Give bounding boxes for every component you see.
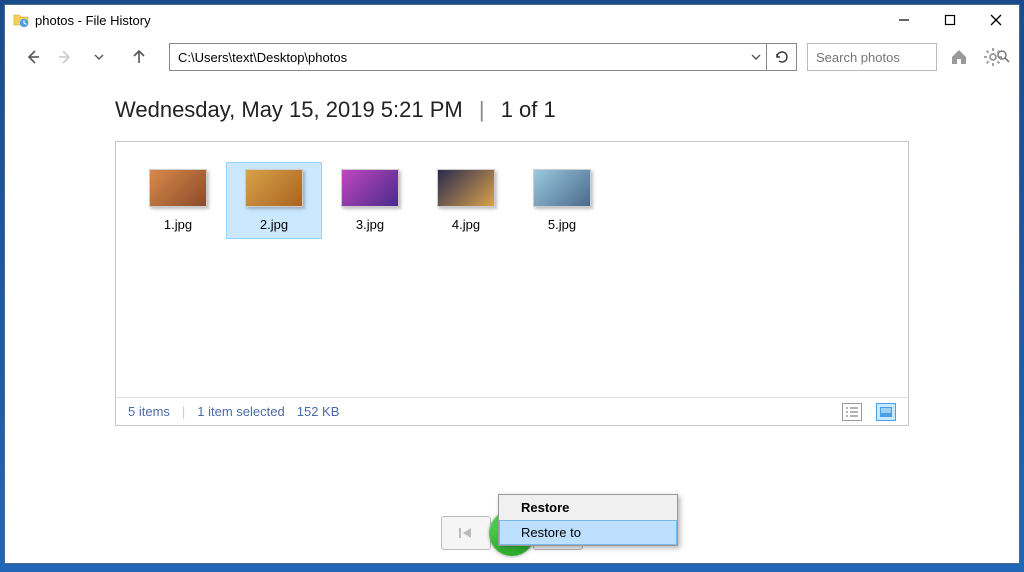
address-dropdown-icon[interactable] bbox=[746, 44, 766, 70]
home-icon[interactable] bbox=[947, 45, 971, 69]
app-icon bbox=[13, 12, 29, 28]
status-count: 5 items bbox=[128, 404, 170, 419]
file-thumbnail bbox=[245, 169, 303, 207]
window-title: photos - File History bbox=[35, 13, 151, 28]
file-label: 3.jpg bbox=[356, 217, 384, 232]
file-label: 1.jpg bbox=[164, 217, 192, 232]
status-selection: 1 item selected bbox=[197, 404, 284, 419]
file-history-window: photos - File History bbox=[4, 4, 1020, 564]
history-dropdown[interactable] bbox=[85, 43, 113, 71]
file-thumbnail bbox=[533, 169, 591, 207]
file-item[interactable]: 5.jpg bbox=[514, 162, 610, 239]
search-box[interactable] bbox=[807, 43, 937, 71]
file-label: 5.jpg bbox=[548, 217, 576, 232]
version-header: Wednesday, May 15, 2019 5:21 PM | 1 of 1 bbox=[115, 97, 909, 123]
file-thumbnail bbox=[341, 169, 399, 207]
status-size: 152 KB bbox=[297, 404, 340, 419]
version-datetime: Wednesday, May 15, 2019 5:21 PM bbox=[115, 97, 463, 122]
context-restore[interactable]: Restore bbox=[499, 495, 677, 520]
details-view-button[interactable] bbox=[842, 403, 862, 421]
content-area: Wednesday, May 15, 2019 5:21 PM | 1 of 1… bbox=[5, 79, 1019, 503]
minimize-button[interactable] bbox=[881, 5, 927, 35]
file-label: 4.jpg bbox=[452, 217, 480, 232]
file-thumbnail bbox=[437, 169, 495, 207]
version-position: 1 of 1 bbox=[501, 97, 556, 122]
gear-icon[interactable] bbox=[981, 45, 1005, 69]
file-pane: 1.jpg 2.jpg 3.jpg 4.jpg 5.jpg 5 items | 1 it… bbox=[115, 141, 909, 426]
file-thumbnail bbox=[149, 169, 207, 207]
file-label: 2.jpg bbox=[260, 217, 288, 232]
file-item[interactable]: 3.jpg bbox=[322, 162, 418, 239]
previous-version-button[interactable] bbox=[441, 516, 491, 550]
navigation-toolbar bbox=[5, 35, 1019, 79]
thumbnails-area[interactable]: 1.jpg 2.jpg 3.jpg 4.jpg 5.jpg bbox=[116, 142, 908, 397]
file-item[interactable]: 4.jpg bbox=[418, 162, 514, 239]
file-item[interactable]: 1.jpg bbox=[130, 162, 226, 239]
version-separator: | bbox=[479, 97, 485, 122]
close-button[interactable] bbox=[973, 5, 1019, 35]
forward-button[interactable] bbox=[51, 43, 79, 71]
refresh-button[interactable] bbox=[766, 43, 796, 71]
maximize-button[interactable] bbox=[927, 5, 973, 35]
thumbnails-view-button[interactable] bbox=[876, 403, 896, 421]
status-bar: 5 items | 1 item selected 152 KB bbox=[116, 397, 908, 425]
context-restore-to[interactable]: Restore to bbox=[499, 520, 677, 545]
up-button[interactable] bbox=[125, 43, 153, 71]
restore-context-menu: Restore Restore to bbox=[498, 494, 678, 546]
titlebar: photos - File History bbox=[5, 5, 1019, 35]
address-bar[interactable] bbox=[169, 43, 797, 71]
back-button[interactable] bbox=[19, 43, 47, 71]
file-item[interactable]: 2.jpg bbox=[226, 162, 322, 239]
address-input[interactable] bbox=[170, 50, 746, 65]
